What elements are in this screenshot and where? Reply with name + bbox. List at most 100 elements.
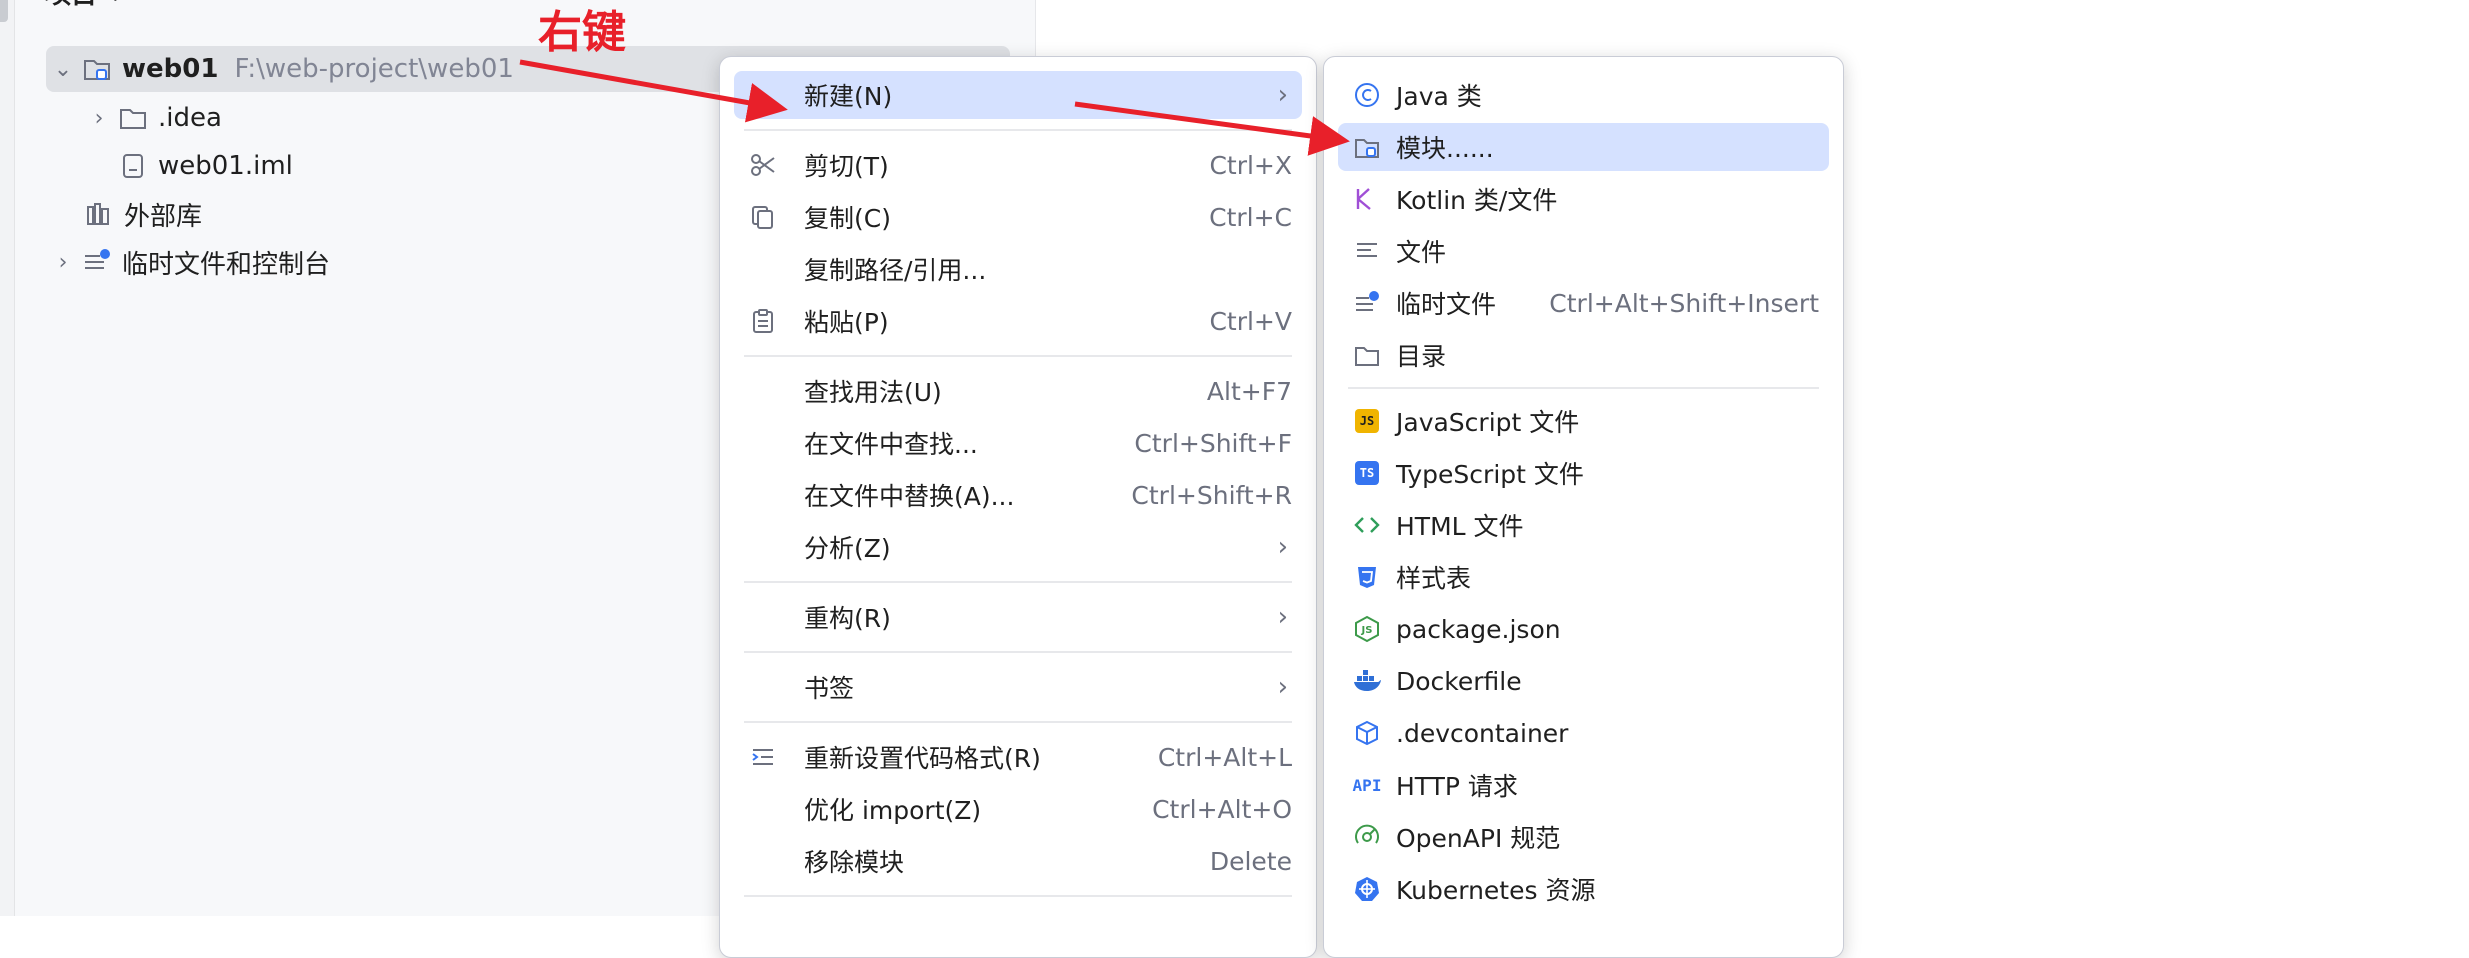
node-name: 外部库	[124, 201, 203, 232]
chevron-right-icon[interactable]: ›	[46, 250, 80, 275]
submenu-item-devcontainer[interactable]: .devcontainer	[1338, 709, 1829, 757]
tree-row-external-libraries[interactable]: 外部库	[82, 191, 202, 237]
tree-row-scratches[interactable]: › 临时文件和控制台	[46, 239, 330, 285]
menu-separator	[744, 581, 1292, 583]
submenu-item-kotlin[interactable]: Kotlin 类/文件	[1338, 175, 1829, 223]
library-icon	[82, 197, 116, 231]
menu-item-copy[interactable]: 复制(C) Ctrl+C	[734, 193, 1302, 241]
scratches-icon	[80, 245, 114, 279]
module-icon	[1352, 132, 1382, 162]
chevron-right-icon: ›	[1277, 80, 1288, 110]
menu-item-label: 样式表	[1396, 564, 1472, 593]
chevron-down-icon[interactable]: ⌄	[107, 0, 124, 6]
menu-separator	[744, 721, 1292, 723]
submenu-item-java-class[interactable]: Java 类	[1338, 71, 1829, 119]
menu-item-shortcut: Delete	[1209, 846, 1292, 876]
menu-item-optimize-imports[interactable]: 优化 import(Z) Ctrl+Alt+O	[734, 785, 1302, 833]
module-path: F:\web-project\web01	[234, 54, 514, 84]
folder-icon	[1352, 340, 1382, 370]
menu-item-shortcut: Ctrl+Alt+Shift+Insert	[1549, 288, 1819, 318]
cube-icon	[1352, 718, 1382, 748]
submenu-item-openapi[interactable]: OpenAPI 规范	[1338, 813, 1829, 861]
menu-item-label: 临时文件	[1396, 290, 1497, 319]
menu-item-label: HTTP 请求	[1396, 772, 1518, 801]
menu-item-label: 复制(C)	[804, 204, 891, 233]
submenu-item-html[interactable]: HTML 文件	[1338, 501, 1829, 549]
menu-separator	[1348, 387, 1819, 389]
scratch-file-icon	[1352, 288, 1382, 318]
reformat-icon	[748, 742, 778, 772]
module-name: web01	[122, 54, 219, 84]
submenu-item-directory[interactable]: 目录	[1338, 331, 1829, 379]
menu-item-cut[interactable]: 剪切(T) Ctrl+X	[734, 141, 1302, 189]
menu-item-reformat-code[interactable]: 重新设置代码格式(R) Ctrl+Alt+L	[734, 733, 1302, 781]
text-file-icon	[1352, 236, 1382, 266]
menu-separator	[744, 355, 1292, 357]
menu-item-new[interactable]: 新建(N) ›	[734, 71, 1302, 119]
chevron-right-icon[interactable]: ›	[82, 106, 116, 131]
menu-item-label: .devcontainer	[1396, 718, 1569, 748]
chevron-right-icon: ›	[1277, 532, 1288, 562]
menu-item-shortcut: Ctrl+Alt+O	[1152, 794, 1292, 824]
panel-title[interactable]: 项目	[45, 0, 97, 11]
submenu-item-typescript[interactable]: TS TypeScript 文件	[1338, 449, 1829, 497]
menu-item-label: 剪切(T)	[804, 152, 889, 181]
menu-item-find-usages[interactable]: 查找用法(U) Alt+F7	[734, 367, 1302, 415]
java-class-icon	[1352, 80, 1382, 110]
submenu-item-kubernetes[interactable]: Kubernetes 资源	[1338, 865, 1829, 913]
typescript-badge: TS	[1355, 461, 1379, 485]
kotlin-icon	[1352, 184, 1382, 214]
submenu-item-http-request[interactable]: API HTTP 请求	[1338, 761, 1829, 809]
menu-item-label: 目录	[1396, 342, 1447, 371]
submenu-item-file[interactable]: 文件	[1338, 227, 1829, 275]
scissors-icon	[748, 150, 778, 180]
edge-knob[interactable]	[0, 0, 8, 22]
submenu-item-javascript[interactable]: JS JavaScript 文件	[1338, 397, 1829, 445]
menu-item-label: 在文件中查找...	[804, 430, 978, 459]
menu-item-label: 优化 import(Z)	[804, 796, 982, 825]
annotation-label: 右键	[538, 7, 626, 58]
menu-item-label: HTML 文件	[1396, 512, 1524, 541]
copy-icon	[748, 202, 778, 232]
tree-row-idea[interactable]: › .idea	[82, 95, 222, 141]
menu-item-label: package.json	[1396, 614, 1561, 644]
css-icon	[1352, 562, 1382, 592]
menu-item-replace-in-files[interactable]: 在文件中替换(A)... Ctrl+Shift+R	[734, 471, 1302, 519]
menu-item-label: TypeScript 文件	[1396, 460, 1584, 489]
new-submenu: Java 类 模块...... Kotlin 类/文件 文件 临时文件 Ctrl…	[1323, 56, 1844, 958]
submenu-item-package-json[interactable]: JS package.json	[1338, 605, 1829, 653]
chevron-right-icon: ›	[1277, 602, 1288, 632]
menu-item-shortcut: Ctrl+Alt+L	[1157, 742, 1292, 772]
menu-item-refactor[interactable]: 重构(R) ›	[734, 593, 1302, 641]
menu-item-label: Kotlin 类/文件	[1396, 186, 1558, 215]
submenu-item-module[interactable]: 模块......	[1338, 123, 1829, 171]
folder-icon	[116, 101, 150, 135]
menu-item-label: 分析(Z)	[804, 534, 891, 563]
menu-item-find-in-files[interactable]: 在文件中查找... Ctrl+Shift+F	[734, 419, 1302, 467]
menu-item-label: 查找用法(U)	[804, 378, 942, 407]
submenu-item-stylesheet[interactable]: 样式表	[1338, 553, 1829, 601]
menu-item-analyze[interactable]: 分析(Z) ›	[734, 523, 1302, 571]
api-badge: API	[1352, 775, 1382, 795]
javascript-icon: JS	[1352, 406, 1382, 436]
tree-row-iml[interactable]: web01.iml	[116, 143, 293, 189]
docker-icon	[1352, 666, 1382, 696]
chevron-down-icon[interactable]: ⌄	[46, 57, 80, 82]
menu-item-paste[interactable]: 粘贴(P) Ctrl+V	[734, 297, 1302, 345]
menu-item-label: 复制路径/引用...	[804, 256, 987, 285]
menu-item-shortcut: Alt+F7	[1206, 376, 1292, 406]
menu-item-label: Dockerfile	[1396, 666, 1522, 696]
kubernetes-icon	[1352, 874, 1382, 904]
menu-item-label: 新建(N)	[804, 82, 893, 111]
menu-item-copy-path[interactable]: 复制路径/引用...	[734, 245, 1302, 293]
javascript-badge: JS	[1355, 409, 1379, 433]
api-icon: API	[1352, 770, 1382, 800]
menu-separator	[744, 651, 1292, 653]
module-folder-icon	[80, 52, 114, 86]
submenu-item-dockerfile[interactable]: Dockerfile	[1338, 657, 1829, 705]
folder-name: .idea	[158, 103, 222, 133]
menu-item-remove-module[interactable]: 移除模块 Delete	[734, 837, 1302, 885]
menu-separator	[744, 129, 1292, 131]
menu-item-bookmarks[interactable]: 书签 ›	[734, 663, 1302, 711]
submenu-item-scratch-file[interactable]: 临时文件 Ctrl+Alt+Shift+Insert	[1338, 279, 1829, 327]
